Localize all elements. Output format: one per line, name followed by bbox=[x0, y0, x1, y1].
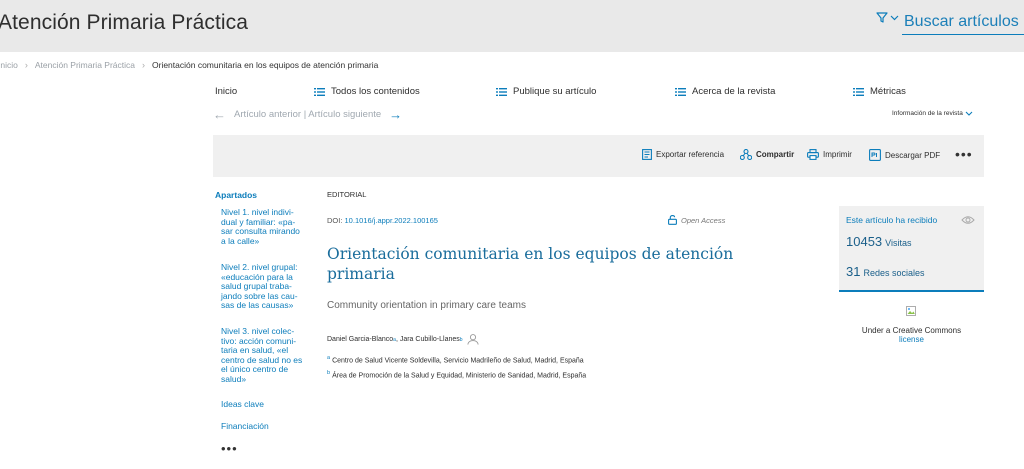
open-lock-icon bbox=[668, 215, 677, 225]
license-text: Under a Creative Commons bbox=[861, 326, 962, 335]
person-icon[interactable] bbox=[466, 334, 479, 345]
article-title-line: Orientación comunitaria en los equipos d… bbox=[327, 245, 734, 263]
stats-header: Este artículo ha recibido bbox=[846, 215, 938, 225]
nav-publish[interactable]: Publique su artículo bbox=[496, 86, 596, 97]
affiliation-text: Área de Promoción de la Salud y Equidad,… bbox=[332, 372, 587, 380]
breadcrumb: Inicio › Atención Primaria Práctica › Or… bbox=[0, 60, 378, 70]
search-input[interactable] bbox=[902, 9, 1024, 35]
section-link-line: Ideas clave bbox=[221, 399, 264, 409]
author-name[interactable]: Daniel Garcia-Blanco bbox=[327, 336, 393, 343]
export-reference-button[interactable]: Exportar referencia bbox=[642, 149, 724, 160]
arrow-left-icon[interactable]: ← bbox=[213, 107, 226, 122]
print-label: Imprimir bbox=[823, 150, 852, 159]
affiliation-text: Centro de Salud Vicente Soldevilla, Serv… bbox=[332, 357, 584, 365]
filter-toggle[interactable] bbox=[876, 12, 899, 23]
social-stat: 31 Redes sociales bbox=[846, 264, 925, 279]
breadcrumb-home[interactable]: Inicio bbox=[0, 60, 18, 70]
social-label: Redes sociales bbox=[863, 268, 925, 278]
list-icon bbox=[675, 87, 686, 96]
nav-about[interactable]: Acerca de la revista bbox=[675, 86, 775, 97]
breadcrumb-journal[interactable]: Atención Primaria Práctica bbox=[35, 60, 135, 70]
download-pdf-label: Descargar PDF bbox=[885, 150, 941, 160]
section-link-financiacion[interactable]: Financiación bbox=[221, 421, 316, 432]
article-prev-next: ← Artículo anterior | Artículo siguiente… bbox=[213, 107, 402, 122]
section-link-line: a la calle» bbox=[221, 235, 260, 246]
chevron-down-icon bbox=[965, 111, 973, 116]
nav-about-label: Acerca de la revista bbox=[692, 86, 776, 97]
top-header: Atención Primaria Práctica bbox=[0, 0, 1024, 52]
article-toolbar: Exportar referencia Compartir Imprimir D… bbox=[213, 135, 984, 177]
share-label: Compartir bbox=[756, 150, 795, 159]
affiliation: a Centro de Salud Vicente Soldevilla, Ser… bbox=[327, 355, 584, 364]
doi-label: DOI: bbox=[327, 216, 345, 225]
journal-title[interactable]: Atención Primaria Práctica bbox=[0, 11, 248, 35]
social-count: 31 bbox=[846, 264, 861, 279]
share-button[interactable]: Compartir bbox=[740, 149, 794, 160]
section-link-nivel-1[interactable]: Nivel 1. nivel indivi- dual y familiar: … bbox=[221, 207, 316, 246]
section-link-line: sas de las causas» bbox=[221, 300, 294, 310]
nav-home-label: Inicio bbox=[215, 86, 238, 97]
arrow-right-icon[interactable]: → bbox=[389, 107, 402, 122]
prev-next-label[interactable]: Artículo anterior | Artículo siguiente bbox=[234, 109, 381, 120]
doi: DOI: 10.1016/j.appr.2022.100165 bbox=[327, 216, 438, 225]
section-link-nivel-3[interactable]: Nivel 3. nivel colec- tivo: acción comun… bbox=[221, 326, 316, 384]
export-reference-icon bbox=[642, 149, 652, 160]
visits-stat: 10453 Visitas bbox=[846, 234, 912, 249]
sections-title: Apartados bbox=[215, 190, 258, 200]
breadcrumb-separator-icon: › bbox=[142, 60, 145, 70]
visits-count: 10453 bbox=[846, 234, 883, 249]
article-subtitle: Community orientation in primary care te… bbox=[327, 300, 526, 311]
pdf-icon bbox=[869, 149, 881, 161]
sections-more-icon[interactable]: ••• bbox=[221, 441, 238, 456]
download-pdf-button[interactable]: Descargar PDF bbox=[869, 149, 940, 161]
journal-info-label: Información de la revista bbox=[892, 110, 963, 117]
section-link-line: salud» bbox=[221, 373, 247, 384]
share-icon bbox=[740, 149, 752, 160]
chevron-down-icon bbox=[890, 15, 899, 20]
nav-metrics[interactable]: Métricas bbox=[853, 86, 906, 97]
print-icon bbox=[807, 149, 819, 160]
export-reference-label: Exportar referencia bbox=[656, 150, 725, 159]
affiliation-mark: b bbox=[327, 370, 331, 376]
filter-icon bbox=[876, 12, 888, 23]
breadcrumb-current: Orientación comunitaria en los equipos d… bbox=[152, 60, 379, 70]
nav-metrics-label: Métricas bbox=[870, 86, 906, 97]
open-access-badge: Open Access bbox=[668, 215, 725, 225]
nav-all-content-label: Todos los contenidos bbox=[331, 86, 420, 97]
open-access-label: Open Access bbox=[681, 215, 726, 225]
journal-info-toggle[interactable]: Información de la revista bbox=[892, 110, 973, 117]
list-icon bbox=[314, 87, 325, 96]
authors: Daniel Garcia-Blanco a, Jara Cubillo-Llan… bbox=[327, 334, 479, 345]
license-note: Under a Creative Commons license bbox=[839, 326, 984, 344]
nav-home[interactable]: Inicio bbox=[215, 86, 237, 97]
license-link[interactable]: license bbox=[839, 335, 984, 344]
visits-label: Visitas bbox=[885, 238, 912, 248]
main-nav: Inicio Todos los contenidos Publique su … bbox=[0, 86, 1024, 100]
affiliation: b Área de Promoción de la Salud y Equidad… bbox=[327, 370, 586, 379]
article-title: Orientación comunitaria en los equipos d… bbox=[327, 244, 767, 284]
nav-all-content[interactable]: Todos los contenidos bbox=[314, 86, 420, 97]
article-type: EDITORIAL bbox=[327, 190, 367, 199]
section-link-ideas-clave[interactable]: Ideas clave bbox=[221, 399, 316, 410]
list-icon bbox=[853, 87, 864, 96]
print-button[interactable]: Imprimir bbox=[807, 149, 852, 160]
list-icon bbox=[496, 87, 507, 96]
author-affiliation-mark: b bbox=[459, 336, 463, 343]
eye-icon bbox=[961, 216, 975, 224]
author-name[interactable]: Jara Cubillo-Llanes bbox=[400, 336, 460, 343]
article-stats-box: Este artículo ha recibido 10453 Visitas … bbox=[839, 206, 984, 292]
stats-accent-line bbox=[839, 290, 984, 292]
doi-link[interactable]: 10.1016/j.appr.2022.100165 bbox=[345, 216, 438, 225]
breadcrumb-separator-icon: › bbox=[24, 60, 28, 70]
broken-image-icon bbox=[906, 306, 916, 316]
section-link-nivel-2[interactable]: Nivel 2. nivel grupal: «educación para l… bbox=[221, 262, 316, 311]
affiliation-mark: a bbox=[327, 355, 331, 361]
nav-publish-label: Publique su artículo bbox=[513, 86, 597, 97]
article-title-line: primaria bbox=[327, 265, 395, 283]
more-options-icon[interactable]: ••• bbox=[955, 146, 973, 162]
section-link-line: Financiación bbox=[221, 421, 269, 431]
